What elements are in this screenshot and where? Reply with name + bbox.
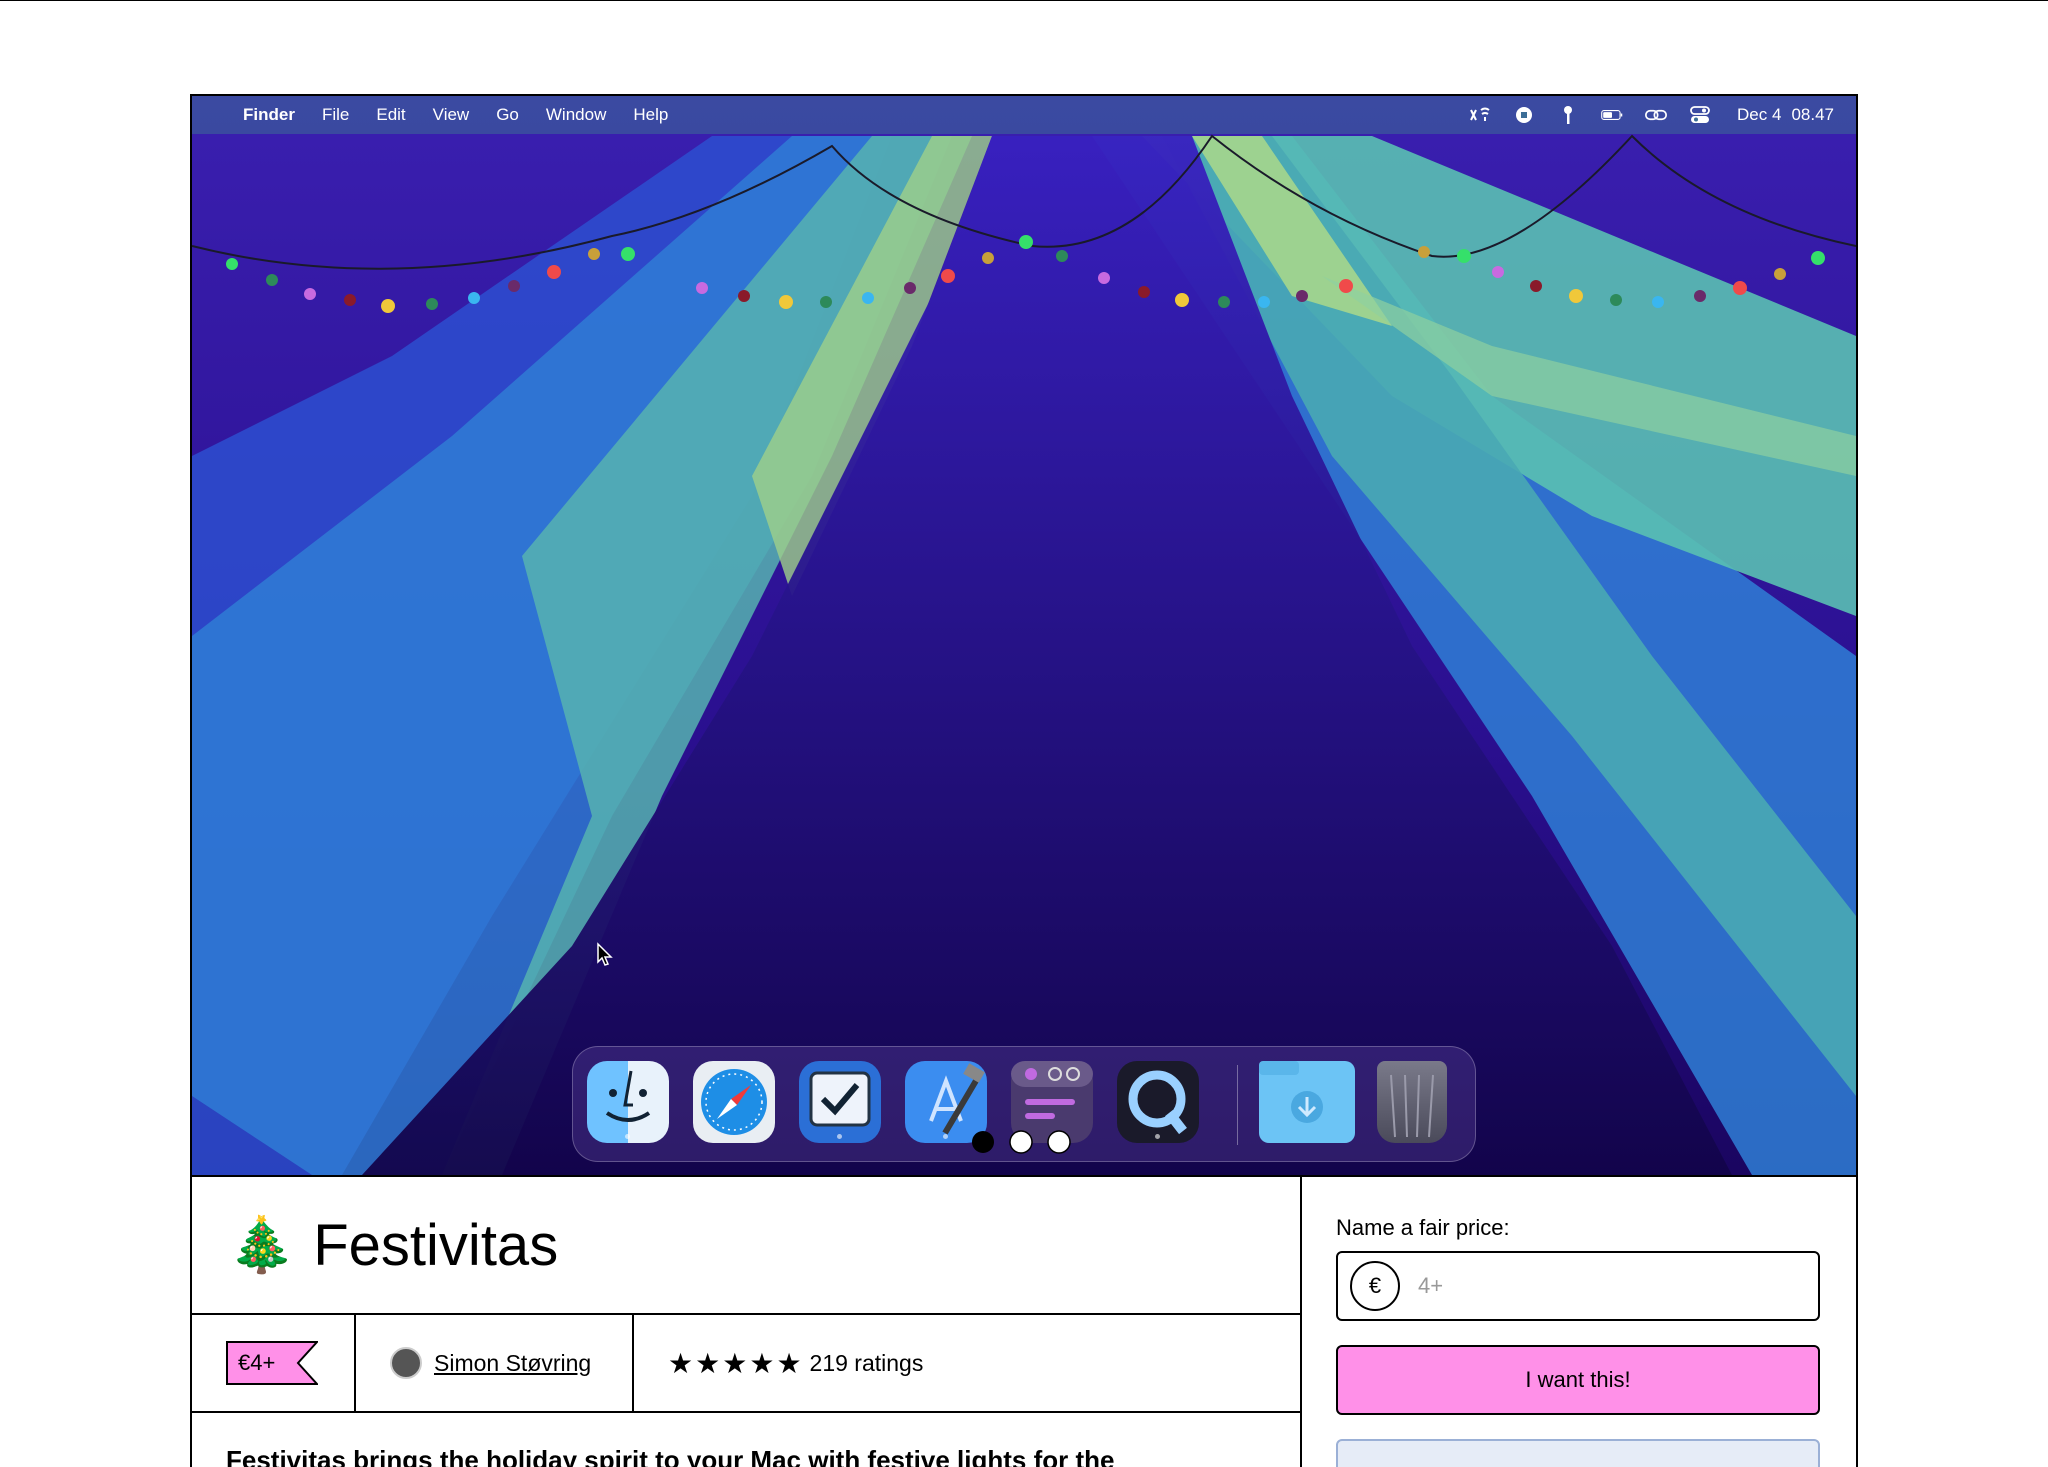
wallpaper	[192, 96, 1856, 1175]
link-icon[interactable]	[1645, 106, 1668, 124]
product-card: Finder File Edit View Go Window Help Dec…	[190, 94, 1858, 1467]
price-field[interactable]: €	[1336, 1251, 1820, 1321]
product-info: 🎄 Festivitas €4+ Simon Støvring ★ ★ ★ ★ …	[192, 1175, 1856, 1467]
tasks-icon[interactable]	[799, 1061, 881, 1143]
wifi-lights-icon[interactable]	[1469, 106, 1491, 124]
meta-row: €4+ Simon Støvring ★ ★ ★ ★ ★ 219 ratings	[192, 1315, 1300, 1413]
menu-window[interactable]: Window	[546, 105, 606, 125]
top-divider	[0, 0, 2048, 1]
menu-file[interactable]: File	[322, 105, 349, 125]
menu-edit[interactable]: Edit	[376, 105, 405, 125]
price-cell: €4+	[192, 1315, 356, 1411]
price-tag-label: €4+	[238, 1350, 276, 1375]
menu-bar: Finder File Edit View Go Window Help Dec…	[192, 96, 1856, 134]
christmas-tree-icon: 🎄	[228, 1214, 296, 1275]
price-input[interactable]	[1416, 1272, 1800, 1300]
i-want-this-button[interactable]: I want this!	[1336, 1345, 1820, 1415]
control-center-icon[interactable]	[1689, 106, 1711, 124]
downloads-folder-icon[interactable]	[1259, 1061, 1355, 1143]
author-cell: Simon Støvring	[356, 1315, 634, 1411]
author-link[interactable]: Simon Støvring	[434, 1350, 591, 1377]
star-icon: ★	[776, 1347, 802, 1379]
ratings-count: 219 ratings	[809, 1349, 924, 1376]
key-icon[interactable]	[1557, 106, 1579, 124]
star-icon: ★	[722, 1347, 748, 1379]
menu-view[interactable]: View	[433, 105, 470, 125]
avatar	[390, 1347, 422, 1379]
finder-icon[interactable]	[587, 1061, 669, 1143]
battery-icon[interactable]	[1601, 106, 1623, 124]
trash-icon[interactable]	[1377, 1061, 1447, 1143]
menu-app-name[interactable]: Finder	[243, 105, 295, 125]
price-tag: €4+	[226, 1341, 318, 1385]
record-icon[interactable]	[1513, 106, 1535, 124]
rating-cell: ★ ★ ★ ★ ★ 219 ratings	[634, 1315, 923, 1411]
menu-help[interactable]: Help	[633, 105, 668, 125]
dock	[572, 1046, 1476, 1162]
product-description: Festivitas brings the holiday spirit to …	[226, 1445, 1115, 1467]
menu-go[interactable]: Go	[496, 105, 519, 125]
rating-stars: ★ ★ ★ ★ ★	[668, 1347, 804, 1380]
quicktime-icon[interactable]	[1117, 1061, 1199, 1143]
currency-badge: €	[1350, 1261, 1400, 1311]
star-icon: ★	[695, 1347, 721, 1379]
info-box	[1336, 1439, 1820, 1467]
menu-time: 08.47	[1791, 105, 1834, 124]
star-icon: ★	[668, 1347, 694, 1379]
dock-control-dots	[971, 1129, 1081, 1160]
product-title: Festivitas	[313, 1212, 559, 1278]
star-icon: ★	[749, 1347, 775, 1379]
product-details: 🎄 Festivitas €4+ Simon Støvring ★ ★ ★ ★ …	[192, 1177, 1302, 1467]
menu-clock[interactable]: Dec 4 08.47	[1737, 105, 1834, 125]
title-row: 🎄 Festivitas	[192, 1177, 1300, 1315]
dock-separator	[1237, 1065, 1238, 1145]
menu-date: Dec 4	[1737, 105, 1782, 124]
purchase-panel: Name a fair price: € I want this!	[1302, 1177, 1856, 1467]
safari-icon[interactable]	[693, 1061, 775, 1143]
product-screenshot: Finder File Edit View Go Window Help Dec…	[192, 96, 1856, 1175]
price-field-label: Name a fair price:	[1336, 1215, 1510, 1240]
mouse-cursor-icon	[597, 942, 613, 966]
